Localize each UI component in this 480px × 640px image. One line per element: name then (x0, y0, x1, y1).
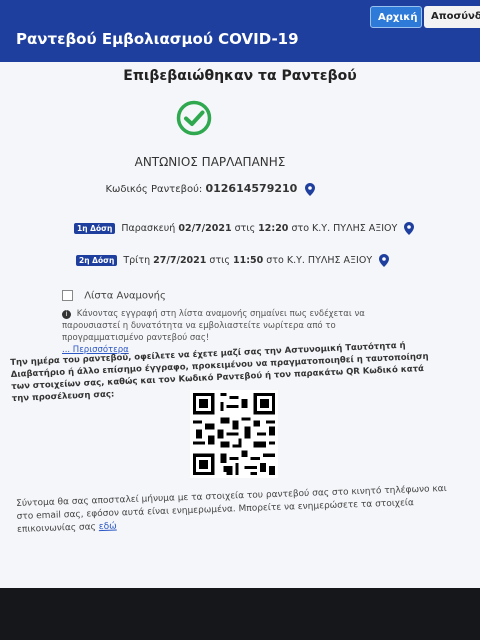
appointment-code-row: Κωδικός Ραντεβού: 012614579210 (0, 182, 420, 196)
dose-time: 11:50 (232, 255, 264, 266)
dose-day: Παρασκευή (121, 223, 176, 234)
dose-date: 27/7/2021 (153, 255, 207, 266)
home-button[interactable]: Αρχική (370, 6, 422, 28)
dose-place: στο Κ.Υ. ΠΥΛΗΣ ΑΞΙΟΥ (266, 255, 373, 266)
waitlist-option[interactable]: Λίστα Αναμονής (62, 290, 166, 302)
dose-at: στις (209, 255, 230, 266)
logout-button[interactable]: Αποσύνδεση (424, 6, 480, 28)
dose-time: 12:20 (258, 223, 289, 234)
waitlist-label: Λίστα Αναμονής (84, 290, 166, 302)
dose-row-1: 1η Δόση Παρασκευή 02/7/2021 στις 12:20 σ… (74, 222, 415, 235)
map-pin-icon[interactable] (304, 182, 315, 196)
navbar: Ραντεβού Εμβολιασμού COVID-19 Αρχική Απο… (0, 0, 480, 62)
map-pin-icon[interactable] (404, 222, 415, 235)
update-contact-link[interactable]: εδώ (99, 522, 117, 533)
qr-code (190, 390, 278, 478)
patient-name: ΑΝΤΩΝΙΟΣ ΠΑΡΛΑΠΑΝΗΣ (134, 155, 286, 169)
browser-viewport: Ραντεβού Εμβολιασμού COVID-19 Αρχική Απο… (0, 0, 480, 600)
map-pin-icon[interactable] (379, 254, 390, 267)
appointment-code-value: 012614579210 (205, 182, 298, 195)
monitor-bezel (0, 588, 480, 640)
check-circle-icon (176, 100, 212, 136)
dose-badge: 1η Δόση (74, 223, 116, 234)
page-title: Επιβεβαιώθηκαν τα Ραντεβού (123, 68, 357, 84)
dose-at: στις (234, 223, 256, 234)
waitlist-checkbox[interactable] (62, 290, 73, 301)
app-title[interactable]: Ραντεβού Εμβολιασμού COVID-19 (16, 30, 299, 48)
dose-date: 02/7/2021 (178, 223, 232, 234)
waitlist-info-text: Κάνοντας εγγραφή στη λίστα αναμονής σημα… (62, 309, 365, 343)
dose-badge: 2η Δόση (76, 255, 118, 266)
dose-place: στο Κ.Υ. ΠΥΛΗΣ ΑΞΙΟΥ (291, 223, 398, 234)
dose-day: Τρίτη (123, 255, 151, 266)
appointment-code-label: Κωδικός Ραντεβού: (105, 184, 203, 195)
info-icon: i (62, 310, 71, 319)
dose-row-2: 2η Δόση Τρίτη 27/7/2021 στις 11:50 στο Κ… (76, 254, 390, 267)
